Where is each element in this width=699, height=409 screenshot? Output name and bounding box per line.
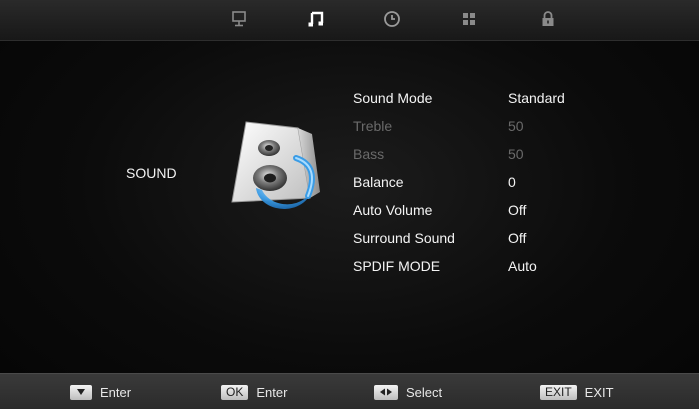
menu-item-label: Sound Mode <box>353 90 433 106</box>
section-title: SOUND <box>126 165 177 181</box>
lock-icon <box>542 11 554 26</box>
tv-settings-screen: SOUND Sound Mode Standard Treble 50 Bass… <box>0 0 699 409</box>
hint-label: EXIT <box>584 384 614 400</box>
clock-icon <box>384 11 400 27</box>
left-right-key <box>374 384 398 400</box>
menu-item-value: 50 <box>508 118 524 134</box>
hint-left-right-select: Select <box>374 384 442 400</box>
menu-item-balance[interactable]: Balance 0 <box>353 172 593 200</box>
menu-item-surround-sound[interactable]: Surround Sound Off <box>353 228 593 256</box>
hint-exit: EXIT EXIT <box>540 384 614 400</box>
hint-label: Select <box>406 384 443 400</box>
picture-icon <box>232 11 246 27</box>
menu-item-value: Off <box>508 202 527 218</box>
menu-item-label: Surround Sound <box>353 230 455 246</box>
hint-label: Enter <box>256 384 288 400</box>
tab-time[interactable] <box>381 8 403 30</box>
menu-item-bass: Bass 50 <box>353 144 593 172</box>
music-note-icon <box>308 11 324 27</box>
tab-sound[interactable] <box>305 8 327 30</box>
menu-item-value: Standard <box>508 90 565 106</box>
hint-ok-enter: OK Enter <box>221 384 287 400</box>
menu-item-auto-volume[interactable]: Auto Volume Off <box>353 200 593 228</box>
menu-item-label: Balance <box>353 174 404 190</box>
menu-item-value: 50 <box>508 146 524 162</box>
menu-item-treble: Treble 50 <box>353 116 593 144</box>
speaker-icon <box>212 118 327 213</box>
sound-settings-menu: Sound Mode Standard Treble 50 Bass 50 Ba… <box>353 88 593 284</box>
top-tab-bar <box>0 0 699 41</box>
menu-item-label: SPDIF MODE <box>353 258 441 274</box>
tab-setup[interactable] <box>458 8 480 30</box>
down-arrow-key <box>70 384 92 400</box>
tab-picture[interactable] <box>228 8 250 30</box>
menu-item-label: Treble <box>353 118 393 134</box>
hint-label: Enter <box>100 384 132 400</box>
ok-key: OK <box>221 384 249 400</box>
menu-item-value: Off <box>508 230 527 246</box>
menu-item-sound-mode[interactable]: Sound Mode Standard <box>353 88 593 116</box>
menu-item-value: Auto <box>508 258 537 274</box>
menu-item-spdif-mode[interactable]: SPDIF MODE Auto <box>353 256 593 284</box>
menu-item-value: 0 <box>508 174 516 190</box>
menu-item-label: Bass <box>353 146 385 162</box>
down-arrow-icon <box>77 389 85 395</box>
menu-item-label: Auto Volume <box>353 202 433 218</box>
left-right-arrows-icon <box>380 388 392 396</box>
hint-down-enter: Enter <box>70 384 131 400</box>
grid-icon <box>463 13 475 25</box>
tab-lock[interactable] <box>537 8 559 30</box>
footer-hint-bar: Enter OK Enter Select EXIT EXIT <box>0 373 699 409</box>
exit-key: EXIT <box>540 384 577 400</box>
